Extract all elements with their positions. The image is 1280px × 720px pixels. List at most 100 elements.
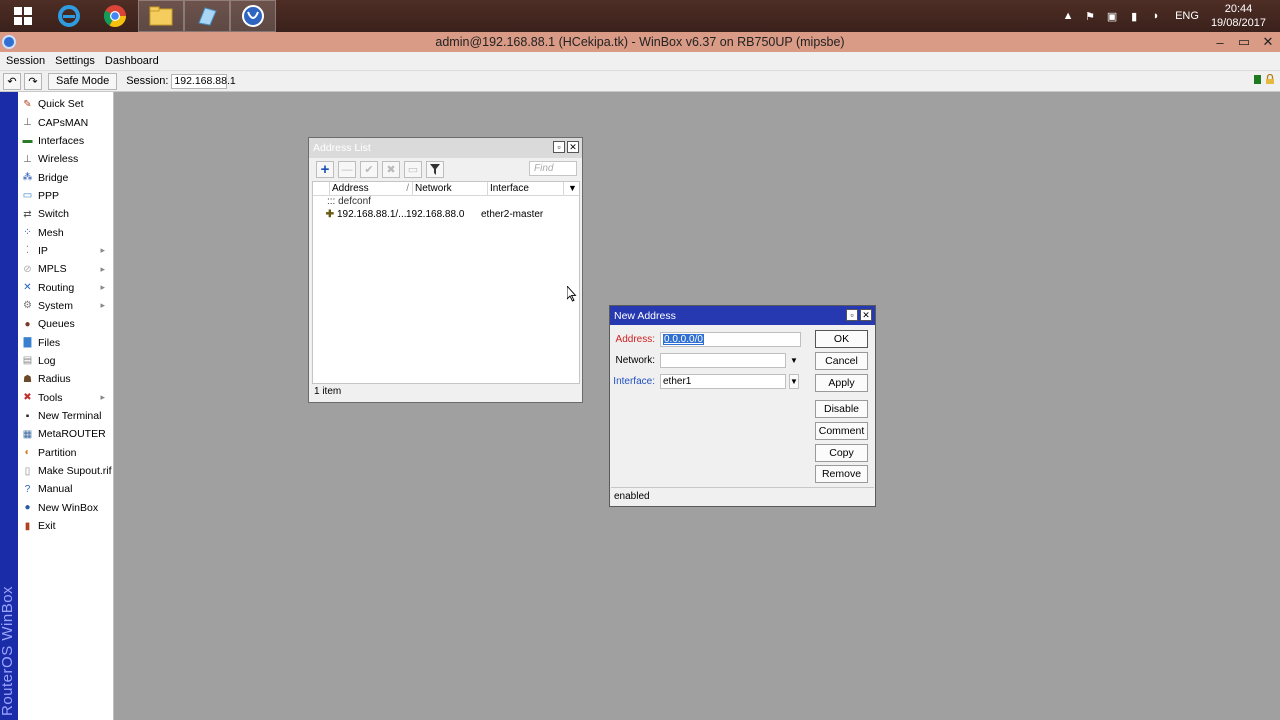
sidebar-item-queues[interactable]: ● Queues: [18, 315, 113, 333]
column-header-interface[interactable]: Interface: [488, 182, 564, 195]
remove-button[interactable]: —: [338, 161, 356, 178]
ok-button[interactable]: OK: [815, 330, 868, 348]
address-input[interactable]: 0.0.0.0/0: [660, 331, 801, 347]
address-list-window[interactable]: Address List ▫ ✕ + — ✔ ✖ ▭ Find Address /…: [308, 137, 583, 403]
sidebar-item-mesh[interactable]: ⁘ Mesh: [18, 223, 113, 241]
sidebar-item-label: PPP: [38, 189, 60, 202]
remove-button[interactable]: Remove: [815, 465, 868, 483]
find-input[interactable]: Find: [529, 161, 577, 176]
address-list-close-button[interactable]: ✕: [567, 141, 579, 153]
new-address-title-bar[interactable]: New Address ▫ ✕: [610, 306, 875, 325]
sidebar-item-mpls[interactable]: ⊘ MPLS ▸: [18, 260, 113, 278]
sidebar-item-label: CAPsMAN: [38, 116, 89, 129]
cell-interface: ether2-master: [481, 209, 544, 220]
maximize-button[interactable]: ▭: [1232, 32, 1256, 52]
session-field[interactable]: 192.168.88.1: [171, 73, 236, 89]
chrome-taskbar-button[interactable]: [92, 0, 138, 32]
sidebar-item-exit[interactable]: ▮ Exit: [18, 517, 113, 535]
mouse-cursor-icon: [567, 286, 577, 302]
disable-button[interactable]: Disable: [815, 400, 868, 418]
sidebar-item-make-supout-rif[interactable]: ▯ Make Supout.rif: [18, 462, 113, 480]
sidebar-item-tools[interactable]: ✖ Tools ▸: [18, 389, 113, 407]
interface-dropdown-arrow-icon[interactable]: ▼: [789, 373, 799, 389]
sidebar-item-ip[interactable]: ⁚ IP ▸: [18, 242, 113, 260]
winbox-taskbar-button[interactable]: [230, 0, 276, 32]
notepad-taskbar-button[interactable]: [184, 0, 230, 32]
column-header-address[interactable]: Address /: [330, 182, 413, 195]
sidebar-item-new-terminal[interactable]: ▪ New Terminal: [18, 407, 113, 425]
sidebar-item-label: Manual: [38, 483, 73, 496]
enable-button[interactable]: ✔: [360, 161, 378, 178]
network-icon[interactable]: ▣: [1104, 8, 1120, 24]
sidebar-item-log[interactable]: ▤ Log: [18, 352, 113, 370]
sidebar-item-partition[interactable]: ◐ Partition: [18, 444, 113, 462]
menu-dashboard[interactable]: Dashboard: [105, 55, 159, 67]
internet-explorer-taskbar-button[interactable]: [46, 0, 92, 32]
sidebar-item-switch[interactable]: ⇄ Switch: [18, 205, 113, 223]
folder-icon: [149, 6, 173, 26]
chrome-icon: [104, 5, 126, 27]
sidebar-item-label: Wireless: [38, 153, 79, 166]
comment-button[interactable]: Comment: [815, 422, 868, 440]
submenu-arrow-icon: ▸: [100, 282, 105, 293]
sidebar-item-wireless[interactable]: ⊥ Wireless: [18, 150, 113, 168]
winbox-app-icon[interactable]: [2, 35, 16, 49]
close-button[interactable]: ✕: [1256, 32, 1280, 52]
safe-mode-button[interactable]: Safe Mode: [48, 72, 118, 90]
network-dropdown-arrow-icon[interactable]: ▼: [789, 353, 799, 368]
mpls-icon: ⊘: [23, 263, 32, 275]
column-header-network[interactable]: Network: [413, 182, 488, 195]
sidebar-menu: ✎ Quick Set ⊥ CAPsMAN ▬ Interfaces ⊥ Wireless ⁂ B…: [18, 92, 114, 720]
new-address-close-button[interactable]: ✕: [860, 309, 872, 321]
minimize-button[interactable]: –: [1208, 32, 1232, 52]
file-explorer-taskbar-button[interactable]: [138, 0, 184, 32]
new-address-dialog[interactable]: New Address ▫ ✕ Address: 0.0.0.0/0 Netwo…: [609, 305, 876, 507]
undo-button[interactable]: ↶: [3, 72, 21, 90]
new-address-maximize-button[interactable]: ▫: [846, 309, 858, 321]
address-list-maximize-button[interactable]: ▫: [553, 141, 565, 153]
volume-icon[interactable]: ◗: [1148, 8, 1164, 24]
clock[interactable]: 20:44 19/08/2017: [1211, 2, 1266, 30]
table-row[interactable]: ✚ 192.168.88.1/... 192.168.88.0 ether2-m…: [313, 208, 579, 221]
sidebar-item-quick-set[interactable]: ✎ Quick Set: [18, 95, 113, 113]
sidebar-item-radius[interactable]: ☗ Radius: [18, 370, 113, 388]
redo-button[interactable]: ↷: [24, 72, 42, 90]
notepad-icon: [198, 7, 217, 26]
sidebar-item-ppp[interactable]: ▭ PPP: [18, 187, 113, 205]
sidebar-item-label: Tools: [38, 391, 63, 404]
action-center-flag-icon[interactable]: ⚑: [1082, 8, 1098, 24]
sidebar-item-files[interactable]: ▇ Files: [18, 333, 113, 351]
sidebar-item-label: Interfaces: [38, 134, 85, 147]
menu-session[interactable]: Session: [6, 55, 45, 67]
address-field-row: Address: 0.0.0.0/0: [610, 331, 801, 347]
battery-icon[interactable]: ▮: [1126, 8, 1142, 24]
apply-button[interactable]: Apply: [815, 374, 868, 392]
disable-button[interactable]: ✖: [382, 161, 400, 178]
filter-button[interactable]: [426, 161, 444, 178]
address-list-title-bar[interactable]: Address List ▫ ✕: [309, 138, 582, 158]
network-field-row: Network: ▼: [610, 352, 799, 368]
sidebar-item-interfaces[interactable]: ▬ Interfaces: [18, 132, 113, 150]
menu-settings[interactable]: Settings: [55, 55, 95, 67]
sidebar-item-metarouter[interactable]: ▦ MetaROUTER: [18, 425, 113, 443]
comment-button[interactable]: ▭: [404, 161, 422, 178]
header-marker-column[interactable]: [313, 182, 330, 195]
sidebar-item-routing[interactable]: ✕ Routing ▸: [18, 278, 113, 296]
sidebar-item-system[interactable]: ⚙ System ▸: [18, 297, 113, 315]
language-indicator[interactable]: ENG: [1175, 10, 1199, 22]
interface-select[interactable]: ether1: [660, 373, 786, 389]
sidebar-item-label: IP: [38, 244, 48, 257]
add-button[interactable]: +: [316, 161, 334, 178]
copy-button[interactable]: Copy: [815, 444, 868, 462]
windows-start-button[interactable]: [0, 0, 46, 32]
sidebar-item-label: Routing: [38, 281, 75, 294]
network-input[interactable]: [660, 352, 786, 368]
sidebar-item-new-winbox[interactable]: ● New WinBox: [18, 499, 113, 517]
sidebar-item-label: Exit: [38, 520, 56, 533]
column-chooser-dropdown[interactable]: ▼: [564, 182, 579, 195]
cancel-button[interactable]: Cancel: [815, 352, 868, 370]
sidebar-item-bridge[interactable]: ⁂ Bridge: [18, 168, 113, 186]
sidebar-item-manual[interactable]: ? Manual: [18, 480, 113, 498]
sidebar-item-capsman[interactable]: ⊥ CAPsMAN: [18, 113, 113, 131]
show-hidden-icons-icon[interactable]: ▲: [1060, 8, 1076, 24]
